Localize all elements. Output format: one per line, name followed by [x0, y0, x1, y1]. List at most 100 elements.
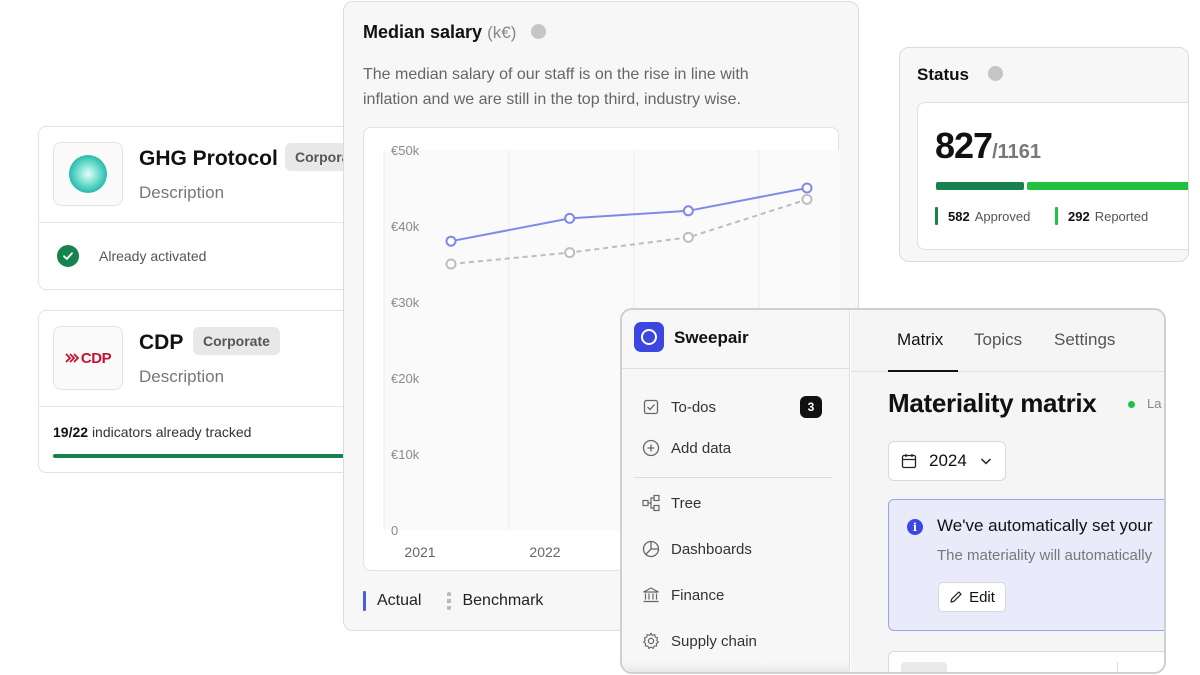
- live-status-dot: [1128, 401, 1135, 408]
- sidebar-item-dashboards[interactable]: Dashboards: [642, 537, 752, 561]
- approved-label: Approved: [974, 208, 1031, 224]
- approved-progress-segment: [936, 182, 1024, 190]
- reported-label: Reported: [1094, 208, 1149, 224]
- pie-chart-icon: [642, 540, 660, 558]
- cdp-tracked-text: 19/22 indicators already tracked: [53, 424, 251, 440]
- benchmark-data-point: [564, 247, 576, 259]
- info-dot-icon[interactable]: [531, 23, 547, 39]
- sidebar-item-finance[interactable]: Finance: [642, 583, 724, 607]
- bank-icon: [642, 586, 660, 604]
- year-select-value: 2024: [929, 451, 967, 470]
- todos-count-badge: 3: [800, 396, 822, 418]
- approved-count: 582: [948, 208, 970, 224]
- info-icon: i: [907, 519, 923, 535]
- legend-benchmark-label: Benchmark: [462, 592, 544, 609]
- legend-benchmark-swatch: [447, 592, 452, 610]
- status-title: Status: [917, 65, 1003, 85]
- benchmark-data-point: [801, 193, 813, 205]
- y-tick-label: €50k: [391, 143, 420, 158]
- status-summary-card: 827/1161 582 Approved 292 Reported: [917, 102, 1188, 250]
- info-banner: i We've automatically set your The mater…: [888, 499, 1164, 631]
- benchmark-data-point: [682, 231, 694, 243]
- reported-swatch: [1055, 207, 1058, 225]
- ghg-card-header: GHG Protocol Corporate Description: [39, 127, 367, 223]
- sidebar-item-todos[interactable]: To-dos: [642, 395, 716, 419]
- salary-title: Median salary (k€): [363, 22, 547, 43]
- edit-button-label: Edit: [969, 588, 995, 606]
- sidebar-item-supply-chain[interactable]: Supply chain: [642, 629, 757, 653]
- legend-actual-label: Actual: [377, 592, 422, 609]
- cdp-card-header: CDP CDP Corporate Description: [39, 311, 367, 407]
- sweepair-logo-icon[interactable]: [634, 322, 664, 352]
- tab-matrix[interactable]: Matrix: [897, 330, 943, 350]
- tree-icon: [642, 494, 660, 512]
- ghg-title: GHG Protocol: [139, 147, 278, 170]
- sidebar-item-label: Finance: [671, 586, 725, 604]
- approved-stat: 582 Approved: [935, 207, 1030, 225]
- checkbox-icon: [642, 398, 660, 416]
- matrix-table-preview: [888, 651, 1164, 672]
- cdp-logo-icon: [65, 353, 79, 363]
- sidebar-divider: [622, 368, 849, 369]
- cdp-divider: [39, 406, 367, 407]
- actual-data-point: [682, 205, 694, 217]
- cdp-title: CDP: [139, 331, 184, 354]
- actual-data-point: [564, 212, 576, 224]
- reported-stat: 292 Reported: [1055, 207, 1148, 225]
- legend-actual-swatch: [363, 591, 366, 611]
- ghg-integration-card[interactable]: GHG Protocol Corporate Description Alrea…: [38, 126, 368, 290]
- ghg-status-text: Already activated: [99, 248, 207, 264]
- edit-button[interactable]: Edit: [938, 582, 1006, 612]
- status-count: 827: [935, 125, 993, 166]
- ghg-divider: [39, 222, 367, 223]
- status-total: /1161: [992, 141, 1042, 163]
- cdp-integration-card[interactable]: CDP CDP Corporate Description 19/22 indi…: [38, 310, 368, 473]
- sweepair-app-window: Sweepair To-dos 3 Add data Tree Dashboar…: [620, 308, 1166, 674]
- cdp-description: Description: [139, 367, 225, 386]
- y-tick-label: 0: [391, 523, 398, 538]
- chevron-down-icon: [979, 454, 993, 468]
- chart-legend: Actual Benchmark: [363, 590, 543, 612]
- info-dot-icon[interactable]: [987, 66, 1003, 82]
- tab-topics[interactable]: Topics: [974, 330, 1022, 350]
- ghg-description: Description: [139, 183, 225, 202]
- sidebar-item-label: Tree: [671, 494, 702, 512]
- actual-data-point: [445, 235, 457, 247]
- plus-circle-icon: [642, 439, 660, 457]
- main-content: Matrix Topics Settings Materiality matri…: [851, 310, 1164, 672]
- tabs-bar: Matrix Topics Settings: [851, 310, 1164, 372]
- approved-swatch: [935, 207, 938, 225]
- ghg-logo-icon: [69, 155, 107, 193]
- sidebar-item-label: Supply chain: [671, 632, 757, 650]
- sidebar-scroll-fade: [622, 662, 849, 672]
- reported-progress-segment: [1027, 182, 1188, 190]
- sidebar-item-add-data[interactable]: Add data: [642, 436, 731, 460]
- brand-name: Sweepair: [674, 328, 749, 347]
- y-tick-label: €20k: [391, 371, 420, 386]
- sidebar-item-label: To-dos: [671, 398, 717, 416]
- info-banner-subtitle: The materiality will automatically: [937, 547, 1153, 564]
- calendar-icon: [901, 453, 917, 469]
- year-select[interactable]: 2024: [888, 441, 1006, 481]
- tab-settings[interactable]: Settings: [1054, 330, 1115, 350]
- cdp-tracked-label: indicators already tracked: [91, 424, 252, 440]
- sidebar-item-label: Dashboards: [671, 540, 752, 558]
- status-value: 827/1161: [935, 125, 1041, 167]
- pencil-icon: [950, 591, 962, 603]
- salary-description: The median salary of our staff is on the…: [363, 66, 749, 108]
- y-tick-label: €40k: [391, 219, 420, 234]
- x-tick-label: 2022: [529, 544, 560, 560]
- gear-icon: [642, 632, 660, 650]
- ghg-logo: [53, 142, 123, 206]
- status-panel: Status 827/1161 582 Approved 292 Reporte…: [899, 47, 1189, 262]
- cdp-tracked-count: 19/22: [53, 424, 89, 440]
- sidebar-item-label: Add data: [671, 439, 732, 457]
- sidebar-separator: [634, 477, 832, 478]
- y-tick-label: €10k: [391, 447, 420, 462]
- sidebar-item-tree[interactable]: Tree: [642, 491, 701, 515]
- live-status-text: La: [1147, 396, 1162, 411]
- reported-count: 292: [1068, 208, 1090, 224]
- cdp-logo-text: CDP: [80, 349, 112, 367]
- table-column-divider: [1117, 662, 1118, 672]
- cdp-progress-bar: [53, 454, 353, 458]
